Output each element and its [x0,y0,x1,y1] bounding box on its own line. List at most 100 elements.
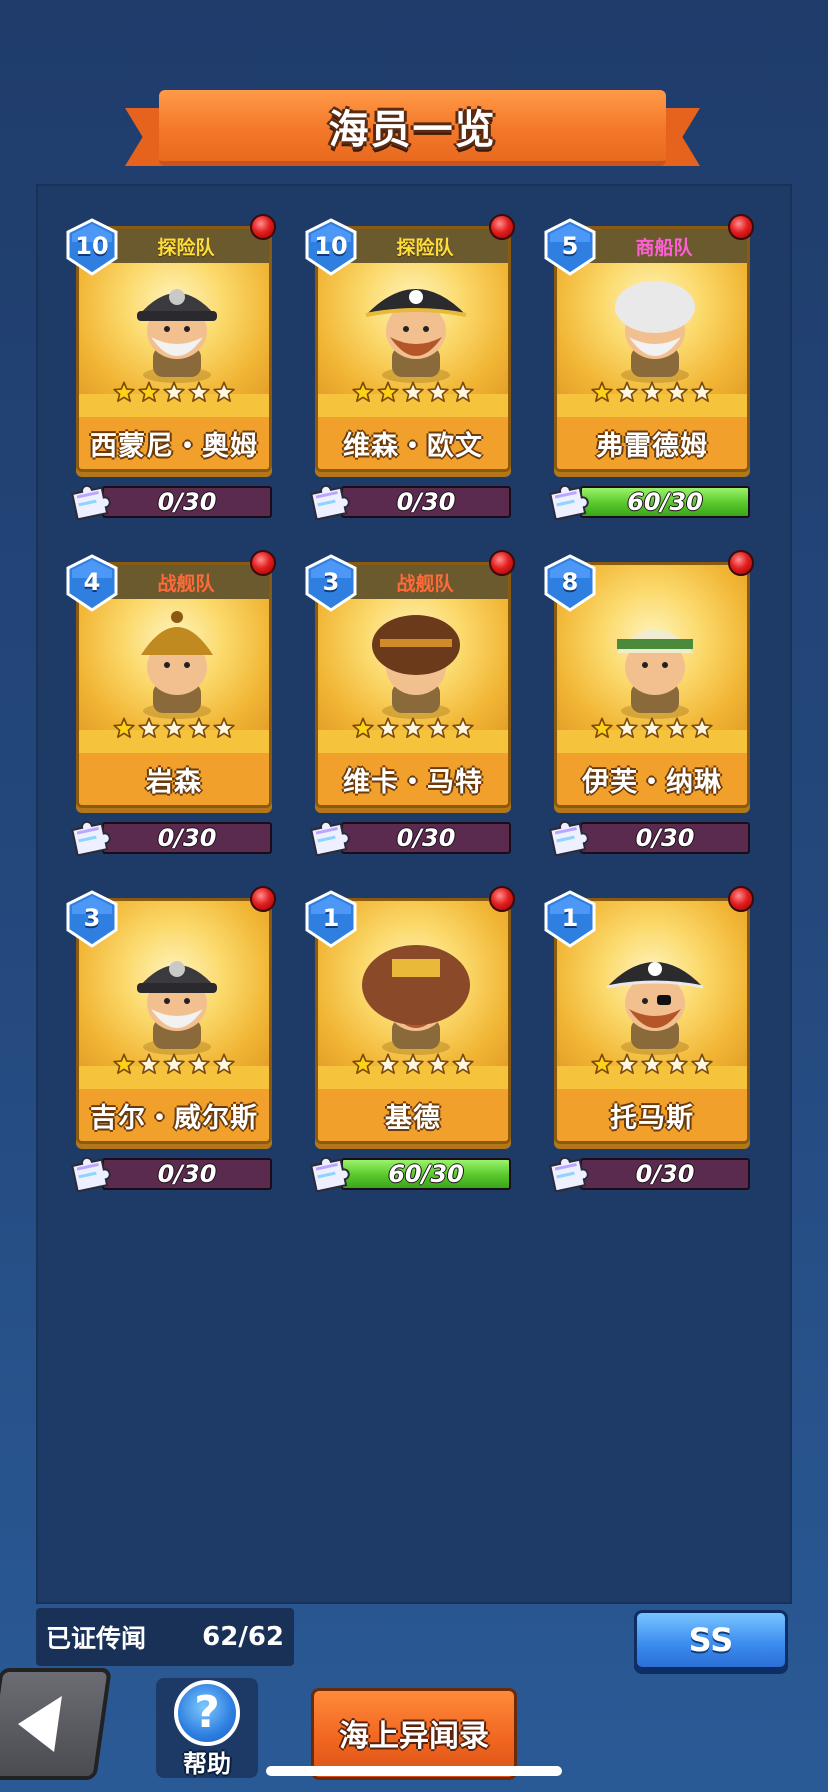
help-symbol: ? [194,1687,220,1738]
crew-card[interactable]: 战舰队 岩森 4 0/30 [66,542,276,856]
star-rating [79,1053,269,1079]
crew-card[interactable]: 基德 1 60/30 [305,878,515,1192]
crew-name: 维森・欧文 [343,430,483,462]
fragment-count: 60/30 [388,1160,464,1188]
fragment-progress: 0/30 [305,814,515,856]
name-area: 维卡・马特 [318,753,508,805]
star-icon [666,717,688,743]
star-icon [616,717,638,743]
fragment-count: 0/30 [396,824,456,852]
level-badge: 10 [66,218,118,276]
name-area: 基德 [318,1089,508,1141]
crew-card[interactable]: 伊芙・纳琳 8 0/30 [544,542,754,856]
level-badge: 1 [305,890,357,948]
team-label: 商船队 [635,236,693,259]
star-icon [377,717,399,743]
fragment-count: 0/30 [635,824,695,852]
name-area: 岩森 [79,753,269,805]
crew-name: 基德 [385,1102,441,1134]
star-icon [213,717,235,743]
fragment-progress: 0/30 [66,814,276,856]
star-icon [691,381,713,407]
ss-button[interactable]: SS [634,1610,788,1670]
name-area: 维森・欧文 [318,417,508,469]
star-rating [557,381,747,407]
fragment-bar: 0/30 [102,822,272,854]
fragment-count: 0/30 [635,1160,695,1188]
crew-name: 弗雷德姆 [596,430,708,462]
level-number: 10 [75,232,109,260]
level-number: 8 [561,568,579,596]
level-number: 3 [83,904,101,932]
star-icon [377,1053,399,1079]
fragment-progress: 0/30 [544,814,754,856]
level-badge: 3 [66,890,118,948]
star-rating [79,717,269,743]
star-icon [188,381,210,407]
star-rating [557,717,747,743]
star-icon [163,717,185,743]
crew-card[interactable]: 探险队 西蒙尼・奥姆 10 0/30 [66,206,276,520]
back-button[interactable] [0,1668,112,1780]
star-icon [352,1053,374,1079]
crew-name: 伊芙・纳琳 [582,766,722,798]
notification-dot-icon [250,886,276,912]
star-icon [163,381,185,407]
fragment-progress: 0/30 [305,478,515,520]
crew-card[interactable]: 战舰队 维卡・马特 3 0/30 [305,542,515,856]
notification-dot-icon [489,886,515,912]
star-icon [188,1053,210,1079]
star-icon [616,381,638,407]
crew-card[interactable]: 吉尔・威尔斯 3 0/30 [66,878,276,1192]
ss-button-label: SS [688,1621,734,1659]
star-icon [113,381,135,407]
team-label: 战舰队 [157,572,215,595]
crew-grid-panel: 探险队 西蒙尼・奥姆 10 0/30 探险队 维森・欧文 10 0/30 商船队 弗雷德姆 5 60/… [36,184,792,1604]
fragment-bar: 60/30 [341,1158,511,1190]
star-icon [427,381,449,407]
help-icon: ? [174,1680,240,1746]
crew-card[interactable]: 托马斯 1 0/30 [544,878,754,1192]
fragment-count: 0/30 [157,488,217,516]
level-badge: 3 [305,554,357,612]
star-icon [213,381,235,407]
banner-main: 海员一览 [159,90,666,166]
home-indicator [266,1766,562,1776]
notification-dot-icon [250,550,276,576]
notification-dot-icon [489,214,515,240]
fragment-count: 0/30 [157,824,217,852]
team-label: 探险队 [396,236,454,259]
star-icon [691,1053,713,1079]
fragment-count: 0/30 [157,1160,217,1188]
fragment-bar: 0/30 [102,486,272,518]
help-button[interactable]: ? 帮助 [156,1678,258,1778]
level-badge: 5 [544,218,596,276]
star-icon [402,1053,424,1079]
fragment-count: 0/30 [396,488,456,516]
sea-tales-label: 海上异闻录 [339,1719,489,1754]
help-label: 帮助 [183,1750,231,1778]
level-badge: 8 [544,554,596,612]
star-icon [452,717,474,743]
notification-dot-icon [250,214,276,240]
star-icon [352,717,374,743]
notification-dot-icon [489,550,515,576]
page-title: 海员一览 [328,106,497,153]
star-icon [352,381,374,407]
star-icon [138,381,160,407]
star-icon [452,381,474,407]
verified-count: 62/62 [202,1622,284,1652]
notification-dot-icon [728,550,754,576]
crew-card[interactable]: 商船队 弗雷德姆 5 60/30 [544,206,754,520]
title-banner: 海员一览 [125,88,700,176]
star-icon [641,381,663,407]
star-icon [138,717,160,743]
fragment-progress: 0/30 [66,478,276,520]
crew-card[interactable]: 探险队 维森・欧文 10 0/30 [305,206,515,520]
notification-dot-icon [728,214,754,240]
verified-rumors: 已证传闻 62/62 [36,1608,294,1666]
name-area: 托马斯 [557,1089,747,1141]
star-icon [113,717,135,743]
star-icon [427,1053,449,1079]
fragment-bar: 0/30 [341,822,511,854]
